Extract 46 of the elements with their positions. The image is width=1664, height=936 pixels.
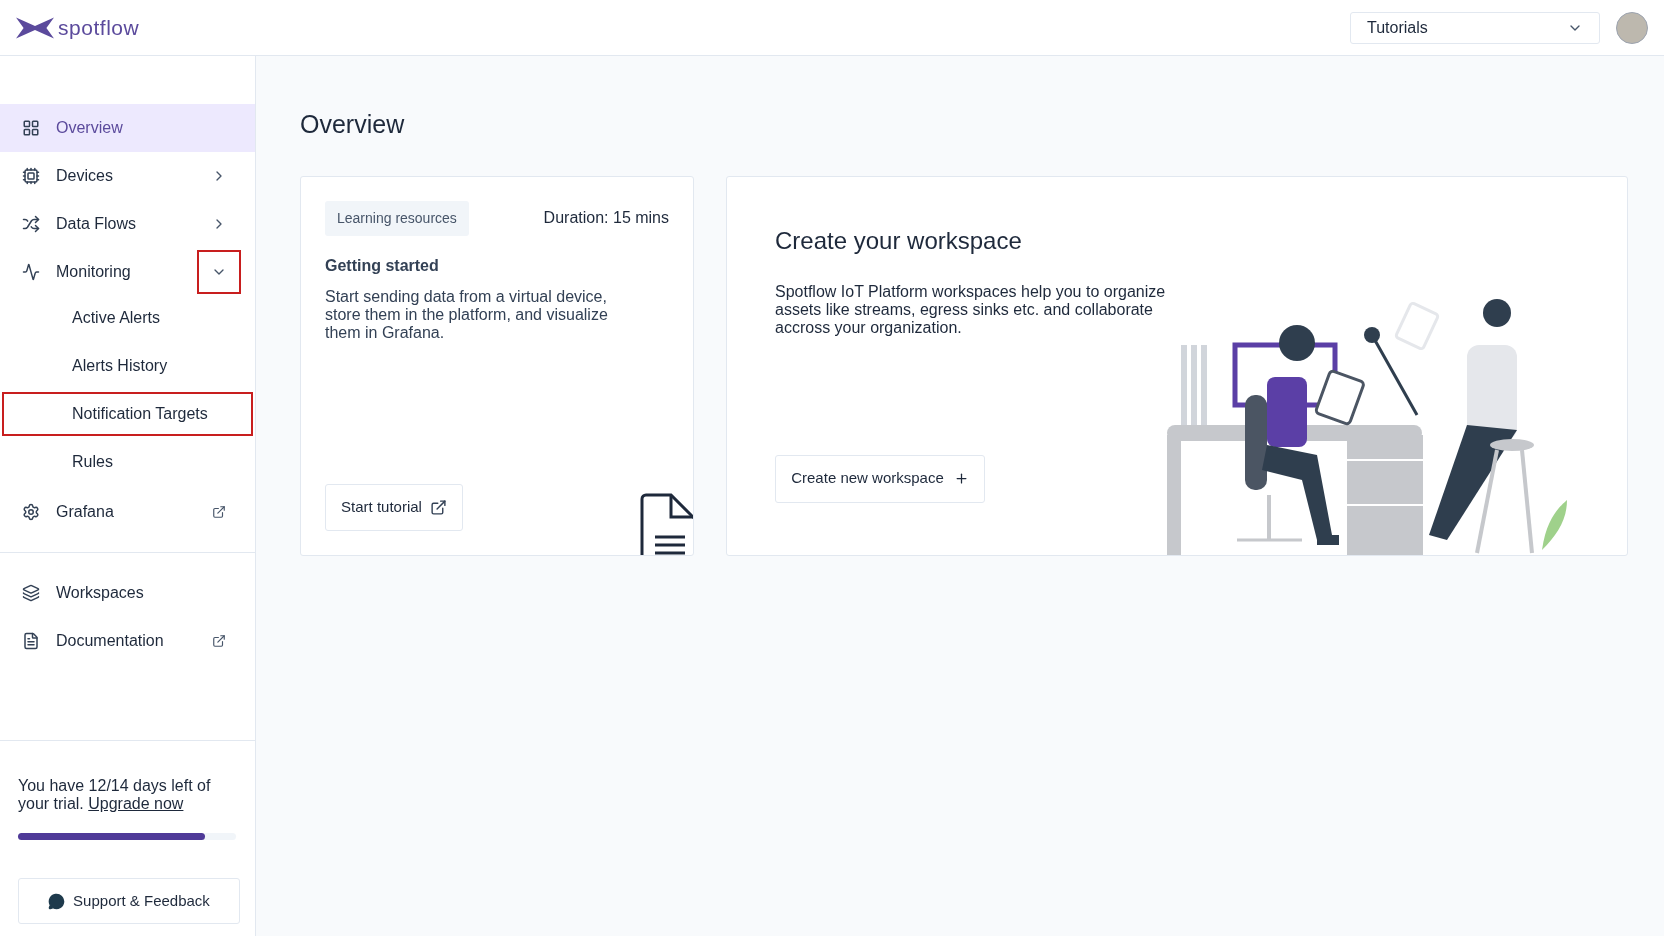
trial-text: You have 12/14 days left of your trial. Upgrade now (18, 777, 212, 813)
nav-item[interactable]: Data Flows (0, 200, 255, 248)
document-icon (639, 492, 693, 555)
shuffle-icon (22, 215, 40, 233)
gear-icon (22, 503, 40, 521)
nav-subitem[interactable]: Alerts History (2, 344, 253, 388)
nav-label: Documentation (56, 631, 165, 651)
nav-item[interactable]: Documentation (0, 617, 255, 665)
grid-icon (22, 119, 40, 137)
nav-label: Workspaces (56, 583, 145, 603)
logo-icon (16, 16, 54, 39)
nav-subitem[interactable]: Rules (2, 440, 253, 484)
layers-icon (22, 584, 40, 602)
logo-text: spotflow (58, 14, 140, 41)
pulse-icon (22, 263, 40, 281)
upgrade-link[interactable]: Upgrade now (88, 795, 184, 812)
card-description: Spotflow IoT Platform workspaces help you to organize assets like streams, egress sinks etc. and collaborate accross your organization. (775, 282, 1167, 337)
nav-label: Data Flows (56, 214, 138, 234)
nav-item[interactable]: Devices (0, 152, 255, 200)
page-title: Overview (300, 109, 406, 140)
plus-icon (953, 471, 969, 486)
avatar[interactable] (1616, 11, 1648, 44)
nav-subitem[interactable]: Active Alerts (2, 296, 253, 340)
category-tag: Learning resources (325, 200, 469, 236)
nav-label: Overview (56, 118, 124, 138)
expand-toggle[interactable] (197, 250, 241, 294)
support-button[interactable]: Support & Feedback (18, 878, 240, 924)
nav-label: Grafana (56, 502, 115, 522)
card-title: Getting started (325, 255, 440, 276)
start-tutorial-button[interactable]: Start tutorial (325, 483, 463, 531)
card-title: Create your workspace (775, 225, 1023, 256)
nav-item[interactable]: Workspaces (0, 569, 255, 617)
chat-bubble-icon (48, 892, 66, 910)
external-link-icon (429, 498, 447, 516)
nav-item[interactable]: Grafana (0, 488, 255, 536)
duration-text: Duration: 15 mins (543, 208, 669, 228)
nav-label: Monitoring (56, 262, 132, 282)
nav-subitem[interactable]: Notification Targets (2, 392, 253, 436)
nav-item[interactable]: Overview (0, 104, 255, 152)
chip-icon (22, 167, 40, 185)
card-description: Start sending data from a virtual device, store them in the platform, and visualize them in Grafana. (325, 287, 609, 342)
nav-item[interactable]: Monitoring (0, 248, 255, 296)
document-icon (22, 632, 40, 650)
create-workspace-button[interactable]: Create new workspace (775, 454, 985, 503)
workspace-select[interactable]: Tutorials (1350, 11, 1600, 44)
nav-label: Devices (56, 166, 114, 186)
